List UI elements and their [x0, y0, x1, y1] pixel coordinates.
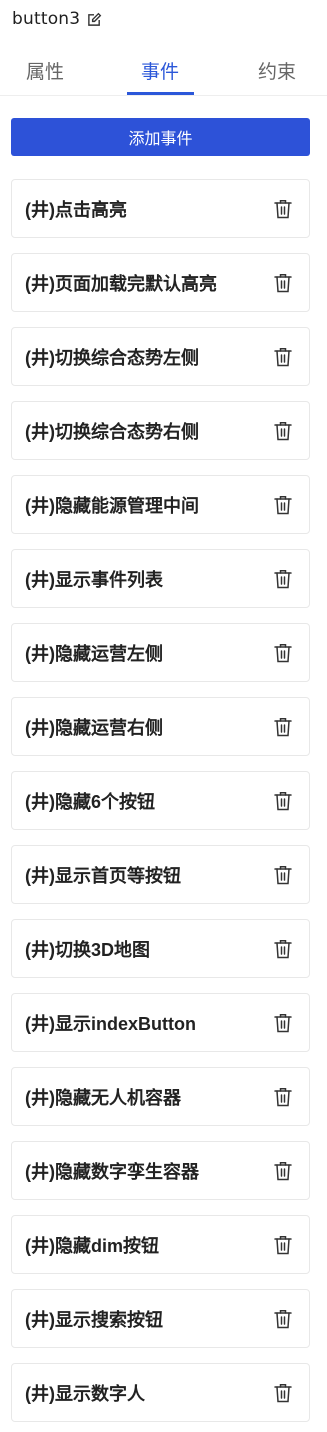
tab-bar: 属性 事件 约束: [0, 46, 327, 96]
trash-icon[interactable]: [273, 938, 293, 960]
event-label: (井)隐藏运营右侧: [25, 717, 163, 738]
event-label: (井)切换3D地图: [25, 939, 150, 960]
event-label: (井)切换综合态势左侧: [25, 347, 199, 368]
event-label: (井)隐藏无人机容器: [25, 1087, 181, 1108]
trash-icon[interactable]: [273, 642, 293, 664]
event-list: (井)点击高亮 (井)页面加载完默认高亮 (井)切换综合态势左侧 (井)切换综合…: [11, 179, 310, 1432]
event-label: (井)隐藏6个按钮: [25, 791, 155, 812]
event-item[interactable]: (井)隐藏运营左侧: [11, 623, 310, 682]
event-item[interactable]: (井)显示首页等按钮: [11, 845, 310, 904]
trash-icon[interactable]: [273, 716, 293, 738]
event-item[interactable]: (井)隐藏能源管理中间: [11, 475, 310, 534]
tab-properties[interactable]: 属性: [8, 46, 82, 94]
event-label: (井)隐藏运营左侧: [25, 643, 163, 664]
component-name: button3: [12, 9, 81, 29]
trash-icon[interactable]: [273, 420, 293, 442]
trash-icon[interactable]: [273, 1382, 293, 1404]
component-title-row: button3: [12, 6, 102, 32]
trash-icon[interactable]: [273, 198, 293, 220]
event-item[interactable]: (井)隐藏6个按钮: [11, 771, 310, 830]
tab-events[interactable]: 事件: [126, 46, 194, 94]
trash-icon[interactable]: [273, 1308, 293, 1330]
event-item[interactable]: (井)显示搜索按钮: [11, 1289, 310, 1348]
event-label: (井)点击高亮: [25, 199, 127, 220]
trash-icon[interactable]: [273, 1160, 293, 1182]
event-item[interactable]: (井)隐藏数字孪生容器: [11, 1141, 310, 1200]
event-label: (井)隐藏dim按钮: [25, 1235, 159, 1256]
event-item[interactable]: (井)隐藏无人机容器: [11, 1067, 310, 1126]
event-label: (井)显示数字人: [25, 1383, 145, 1404]
event-item[interactable]: (井)隐藏dim按钮: [11, 1215, 310, 1274]
event-item[interactable]: (井)显示事件列表: [11, 549, 310, 608]
event-label: (井)显示搜索按钮: [25, 1309, 163, 1330]
trash-icon[interactable]: [273, 1012, 293, 1034]
trash-icon[interactable]: [273, 790, 293, 812]
add-event-button[interactable]: 添加事件: [11, 118, 310, 156]
event-label: (井)隐藏能源管理中间: [25, 495, 199, 516]
trash-icon[interactable]: [273, 1086, 293, 1108]
trash-icon[interactable]: [273, 568, 293, 590]
event-item[interactable]: (井)页面加载完默认高亮: [11, 253, 310, 312]
event-label: (井)显示首页等按钮: [25, 865, 181, 886]
trash-icon[interactable]: [273, 1234, 293, 1256]
event-item[interactable]: (井)显示indexButton: [11, 993, 310, 1052]
event-item[interactable]: (井)点击高亮: [11, 179, 310, 238]
trash-icon[interactable]: [273, 864, 293, 886]
edit-icon[interactable]: [86, 11, 102, 27]
active-tab-indicator: [127, 92, 194, 95]
event-item[interactable]: (井)隐藏运营右侧: [11, 697, 310, 756]
trash-icon[interactable]: [273, 272, 293, 294]
event-label: (井)切换综合态势右侧: [25, 421, 199, 442]
tab-constraints[interactable]: 约束: [240, 46, 314, 94]
event-label: (井)显示indexButton: [25, 1013, 196, 1034]
event-item[interactable]: (井)显示数字人: [11, 1363, 310, 1422]
trash-icon[interactable]: [273, 346, 293, 368]
event-panel: button3 属性 事件 约束 添加事件 (井)点击高亮 (井)页面加载完默认…: [0, 0, 327, 1432]
event-label: (井)隐藏数字孪生容器: [25, 1161, 199, 1182]
event-item[interactable]: (井)切换综合态势左侧: [11, 327, 310, 386]
event-label: (井)页面加载完默认高亮: [25, 273, 217, 294]
event-label: (井)显示事件列表: [25, 569, 163, 590]
event-item[interactable]: (井)切换综合态势右侧: [11, 401, 310, 460]
trash-icon[interactable]: [273, 494, 293, 516]
event-item[interactable]: (井)切换3D地图: [11, 919, 310, 978]
